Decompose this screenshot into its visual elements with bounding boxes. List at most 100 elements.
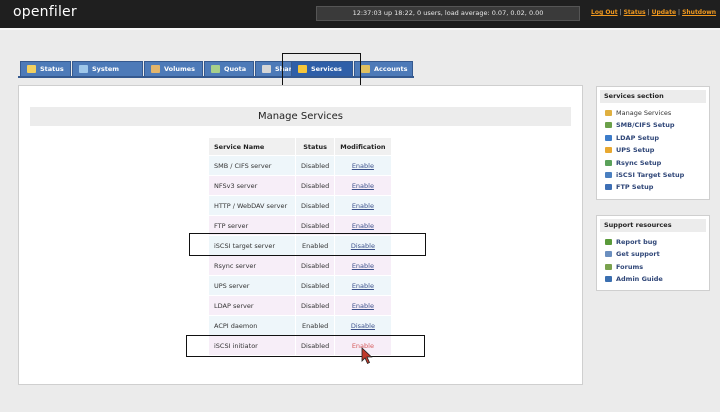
support-icon [605,251,612,258]
iscsi-initiator-highlight [186,335,425,357]
service-name: NFSv3 server [209,176,295,195]
status-icon [27,65,36,73]
disable-link[interactable]: Disable [351,322,375,330]
shutdown-link[interactable]: Shutdown [682,9,716,16]
sidebar-item-label: Get support [616,250,660,259]
enable-link[interactable]: Enable [352,302,374,310]
table-row: NFSv3 server Disabled Enable [209,176,391,195]
sidebar-item-report-bug[interactable]: Report bug [597,236,709,248]
enable-link[interactable]: Enable [352,202,374,210]
enable-link[interactable]: Enable [352,162,374,170]
volumes-icon [151,65,160,73]
service-status: Disabled [296,176,335,195]
iscsi-icon [605,171,612,178]
smb-icon [605,122,612,129]
ups-icon [605,147,612,154]
mouse-cursor-icon [361,347,373,365]
sidebar-item-label: FTP Setup [616,183,654,192]
tab-system[interactable]: System [72,61,143,77]
status-link[interactable]: Status [624,9,646,16]
enable-link[interactable]: Enable [352,222,374,230]
tab-quota[interactable]: Quota [204,61,254,77]
uptime-status: 12:37:03 up 18:22, 0 users, load average… [316,6,580,21]
service-name: Rsync server [209,256,295,275]
service-status: Disabled [296,156,335,175]
sidebar-item-iscsi-target-setup[interactable]: iSCSI Target Setup [597,169,709,181]
sidebar-item-label: UPS Setup [616,146,655,155]
table-row: LDAP server Disabled Enable [209,296,391,315]
service-name: ACPI daemon [209,316,295,335]
tab-label: Volumes [164,65,196,73]
service-name: LDAP server [209,296,295,315]
table-row: UPS server Disabled Enable [209,276,391,295]
service-status: Disabled [296,296,335,315]
table-row: SMB / CIFS server Disabled Enable [209,156,391,175]
services-section-list: Manage Services SMB/CIFS Setup LDAP Setu… [597,107,709,194]
table-header: Service Name Status Modification [209,138,391,155]
support-resources-title: Support resources [600,219,706,232]
service-action-cell: Enable [335,276,391,295]
table-row: ACPI daemon Enabled Disable [209,316,391,335]
service-action-cell: Enable [335,256,391,275]
divider: | [678,9,681,16]
column-header: Modification [335,138,391,155]
tab-status[interactable]: Status [20,61,71,77]
update-link[interactable]: Update [652,9,676,16]
services-section-panel: Services section Manage Services SMB/CIF… [596,86,710,200]
support-resources-panel: Support resources Report bug Get support… [596,215,710,291]
sidebar-item-manage-services[interactable]: Manage Services [597,107,709,119]
sidebar-item-label: LDAP Setup [616,133,660,142]
tab-volumes[interactable]: Volumes [144,61,203,77]
table-row: Rsync server Disabled Enable [209,256,391,275]
sidebar-item-label: Rsync Setup [616,158,662,167]
service-action-cell: Enable [335,296,391,315]
guide-icon [605,276,612,283]
sidebar-item-smb-setup[interactable]: SMB/CIFS Setup [597,119,709,131]
sidebar-item-label: Report bug [616,238,658,246]
sidebar-item-forums[interactable]: Forums [597,261,709,273]
sidebar-item-label: SMB/CIFS Setup [616,121,675,130]
sidebar-item-ldap-setup[interactable]: LDAP Setup [597,132,709,144]
logout-link[interactable]: Log Out [591,9,618,16]
top-links: Log Out | Status | Update | Shutdown [591,9,716,16]
sidebar-item-ftp-setup[interactable]: FTP Setup [597,181,709,193]
bug-icon [605,239,612,245]
sidebar-item-label: Admin Guide [616,275,663,284]
table-row: HTTP / WebDAV server Disabled Enable [209,196,391,215]
services-section-title: Services section [600,90,706,103]
page-title: Manage Services [30,107,571,126]
enable-link[interactable]: Enable [352,182,374,190]
service-name: SMB / CIFS server [209,156,295,175]
ftp-icon [605,184,612,191]
tab-label: Accounts [374,65,408,73]
sidebar-item-label: Forums [616,262,644,271]
tab-label: System [92,65,120,73]
openfiler-logo: openfiler [13,4,77,20]
sidebar-item-ups-setup[interactable]: UPS Setup [597,144,709,156]
divider: | [647,9,650,16]
service-action-cell: Disable [335,316,391,335]
header-strip [0,28,720,30]
system-icon [79,65,88,73]
service-action-cell: Enable [335,176,391,195]
divider: | [619,9,622,16]
sidebar-item-label: Manage Services [616,109,672,117]
sidebar-item-rsync-setup[interactable]: Rsync Setup [597,157,709,169]
support-resources-list: Report bug Get support Forums Admin Guid… [597,236,709,286]
sidebar-item-get-support[interactable]: Get support [597,248,709,260]
tab-label: Status [40,65,64,73]
column-header: Status [296,138,335,155]
enable-link[interactable]: Enable [352,282,374,290]
service-action-cell: Enable [335,156,391,175]
rsync-icon [605,159,612,166]
service-action-cell: Enable [335,196,391,215]
sidebar-item-admin-guide[interactable]: Admin Guide [597,273,709,285]
service-name: UPS server [209,276,295,295]
service-status: Disabled [296,256,335,275]
iscsi-target-highlight [189,233,426,256]
tab-accounts[interactable]: Accounts [354,61,413,77]
ldap-icon [605,134,612,141]
enable-link[interactable]: Enable [352,262,374,270]
service-name: HTTP / WebDAV server [209,196,295,215]
sidebar-item-label: iSCSI Target Setup [616,170,685,179]
